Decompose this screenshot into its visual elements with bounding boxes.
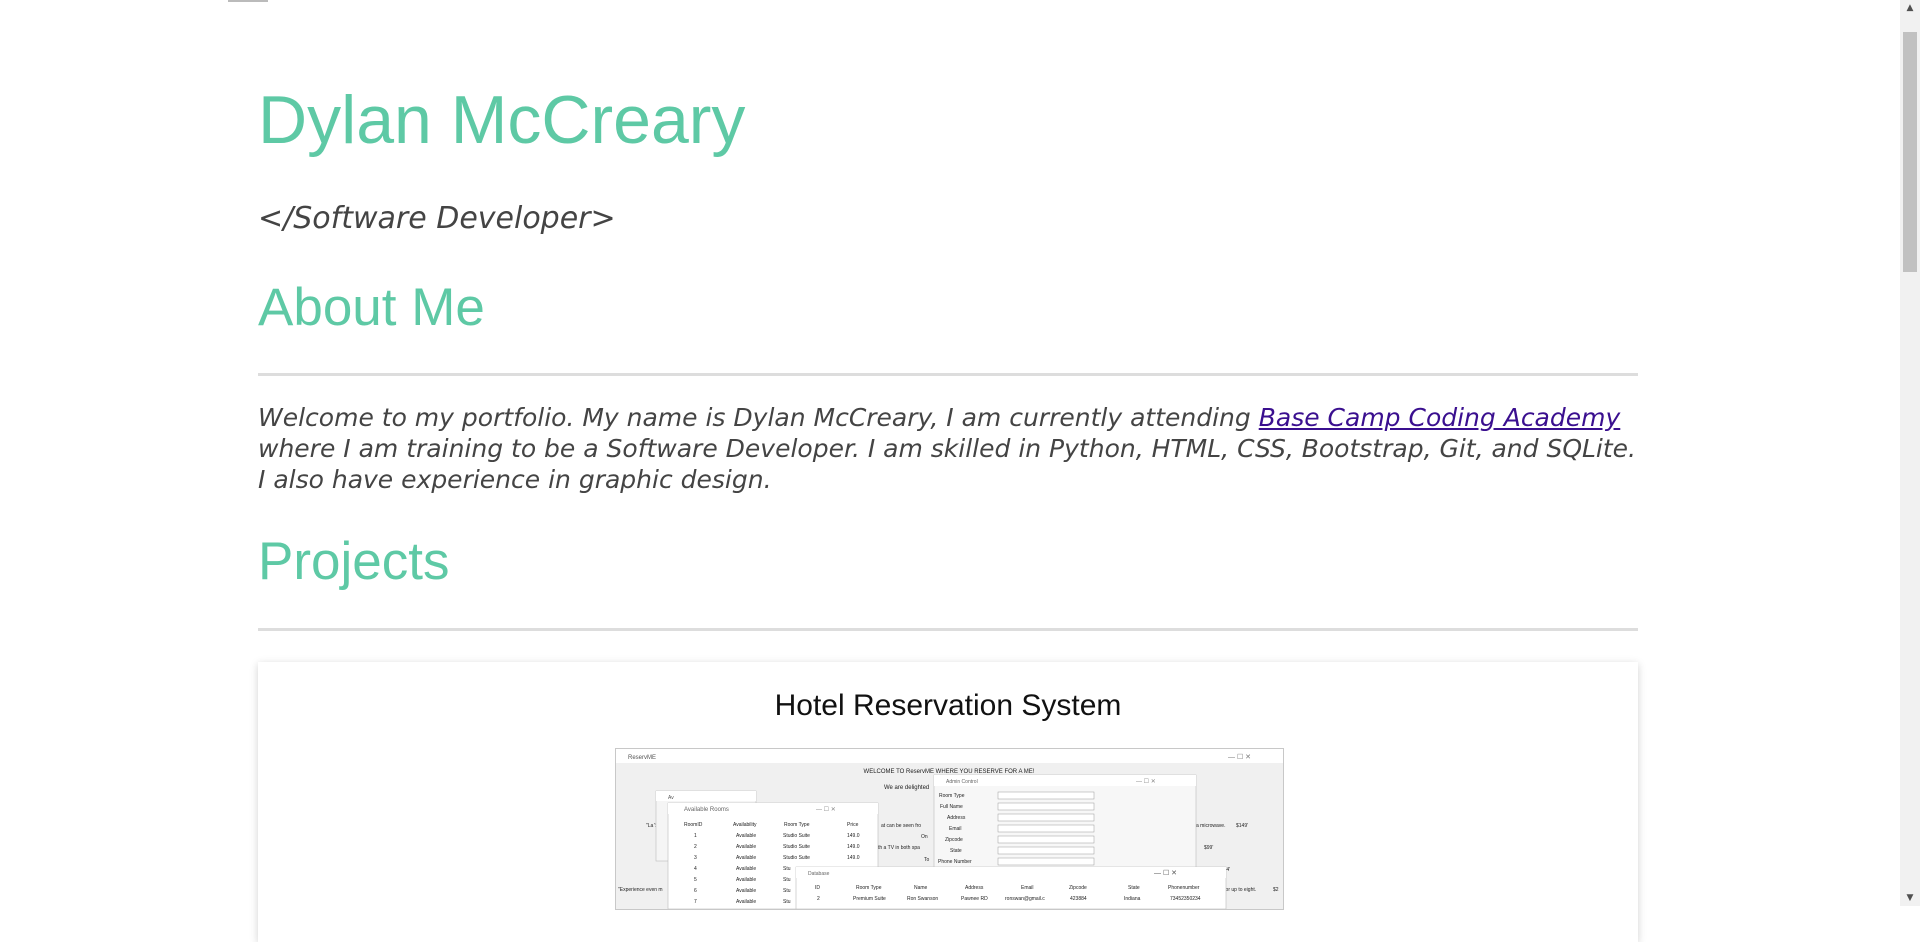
svg-text:— ☐ ✕: — ☐ ✕ (816, 806, 836, 813)
svg-text:RoomID: RoomID (684, 822, 703, 828)
svg-text:Address: Address (965, 885, 984, 891)
svg-text:— ☐ ✕: — ☐ ✕ (1136, 778, 1156, 785)
svg-text:th a TV in both spa: th a TV in both spa (878, 845, 920, 851)
about-divider (258, 373, 1638, 376)
scroll-down-arrow-icon[interactable]: ▼ (1900, 890, 1920, 906)
svg-text:"La: "La (646, 823, 654, 829)
svg-text:Email: Email (949, 826, 962, 832)
svg-text:Studio Suite: Studio Suite (783, 855, 810, 861)
svg-text:Room Type: Room Type (784, 822, 810, 828)
svg-text:Pawnee RD: Pawnee RD (961, 896, 988, 902)
svg-text:6: 6 (694, 888, 697, 894)
job-title-subtitle: </Software Developer> (258, 201, 616, 236)
scrollbar-thumb[interactable] (1903, 32, 1917, 272)
svg-text:4: 4 (694, 866, 697, 872)
svg-text:Av: Av (668, 795, 674, 801)
svg-text:Admin Control: Admin Control (946, 779, 978, 785)
project-title: Hotel Reservation System (774, 689, 1122, 722)
svg-text:Email: Email (1021, 885, 1034, 891)
svg-text:a microwave.: a microwave. (1196, 823, 1225, 829)
svg-text:Available Rooms: Available Rooms (684, 807, 729, 813)
svg-text:Phonenumber: Phonenumber (1168, 885, 1200, 891)
svg-text:Address: Address (947, 815, 966, 821)
delight-text: We are delighted (884, 785, 929, 791)
about-paragraph: Welcome to my portfolio. My name is Dyla… (258, 402, 1638, 495)
svg-text:Availability: Availability (733, 822, 757, 828)
svg-text:State: State (950, 848, 962, 854)
svg-text:2: 2 (817, 896, 820, 902)
svg-text:— ☐ ✕: — ☐ ✕ (1154, 869, 1177, 877)
svg-text:7345235023​4: 7345235023​4 (1170, 896, 1201, 902)
svg-text:Room Type: Room Type (939, 793, 965, 799)
svg-text:2: 2 (694, 844, 697, 850)
svg-text:1: 1 (694, 833, 697, 839)
svg-text:Studio Suite: Studio Suite (783, 833, 810, 839)
svg-text:Available: Available (736, 833, 756, 839)
about-text-intro: Welcome to my portfolio. My name is Dyla… (258, 403, 1259, 432)
svg-text:149.0: 149.0 (847, 855, 860, 861)
svg-text:Stu: Stu (783, 866, 791, 872)
projects-heading: Projects (258, 532, 450, 591)
svg-text:at can be seen fro: at can be seen fro (881, 823, 921, 829)
project-card: Hotel Reservation System ReservME — ☐ ✕ … (258, 662, 1638, 942)
svg-text:423884: 423884 (1070, 896, 1087, 902)
svg-text:Full Name: Full Name (940, 804, 963, 810)
svg-text:Available: Available (736, 844, 756, 850)
svg-text:"Experience even m: "Experience even m (618, 887, 663, 893)
about-text-rest: where I am training to be a Software Dev… (258, 434, 1637, 494)
svg-text:Available: Available (736, 877, 756, 883)
svg-text:Phone Number: Phone Number (938, 859, 972, 865)
svg-text:Price: Price (847, 822, 859, 828)
svg-text:ID: ID (815, 885, 820, 891)
page-title-name: Dylan McCreary (258, 82, 746, 158)
top-edge-marker (228, 0, 268, 2)
projects-divider (258, 628, 1638, 631)
svg-text:149.0: 149.0 (847, 844, 860, 850)
project-screenshot[interactable]: ReservME — ☐ ✕ WELCOME TO ReservME WHERE… (615, 748, 1284, 910)
welcome-text: WELCOME TO ReservME WHERE YOU RESERVE FO… (864, 769, 1035, 775)
svg-text:To: To (924, 857, 930, 863)
svg-text:Premium Suite: Premium Suite (853, 896, 886, 902)
main-window-title: ReservME (628, 755, 656, 761)
about-me-heading: About Me (258, 278, 485, 337)
svg-text:Available: Available (736, 855, 756, 861)
svg-text:ronswan@gmail.c: ronswan@gmail.c (1005, 896, 1045, 902)
svg-text:Studio Suite: Studio Suite (783, 844, 810, 850)
svg-text:Available: Available (736, 866, 756, 872)
svg-text:— ☐ ✕: — ☐ ✕ (1228, 753, 1251, 761)
svg-text:Indiana: Indiana (1124, 896, 1141, 902)
svg-text:5: 5 (694, 877, 697, 883)
svg-text:149.0: 149.0 (847, 833, 860, 839)
svg-text:7: 7 (694, 899, 697, 905)
svg-text:Name: Name (914, 885, 928, 891)
academy-link[interactable]: Base Camp Coding Academy (1259, 403, 1621, 432)
svg-text:Database: Database (808, 871, 830, 877)
vertical-scrollbar[interactable]: ▲ ▼ (1900, 0, 1920, 906)
svg-text:On: On (921, 834, 928, 840)
svg-text:Stu: Stu (783, 899, 791, 905)
svg-text:$149': $149' (1236, 823, 1248, 829)
svg-text:$2: $2 (1273, 887, 1279, 893)
svg-text:Stu: Stu (783, 888, 791, 894)
svg-text:Available: Available (736, 899, 756, 905)
svg-text:Zipcode: Zipcode (945, 837, 963, 843)
svg-text:3: 3 (694, 855, 697, 861)
svg-text:Ron Swanson: Ron Swanson (907, 896, 938, 902)
svg-text:Zipcode: Zipcode (1069, 885, 1087, 891)
svg-text:State: State (1128, 885, 1140, 891)
svg-text:Available: Available (736, 888, 756, 894)
svg-text:Stu: Stu (783, 877, 791, 883)
scroll-up-arrow-icon[interactable]: ▲ (1900, 0, 1920, 16)
svg-text:Room Type: Room Type (856, 885, 882, 891)
svg-text:$99': $99' (1204, 845, 1213, 851)
